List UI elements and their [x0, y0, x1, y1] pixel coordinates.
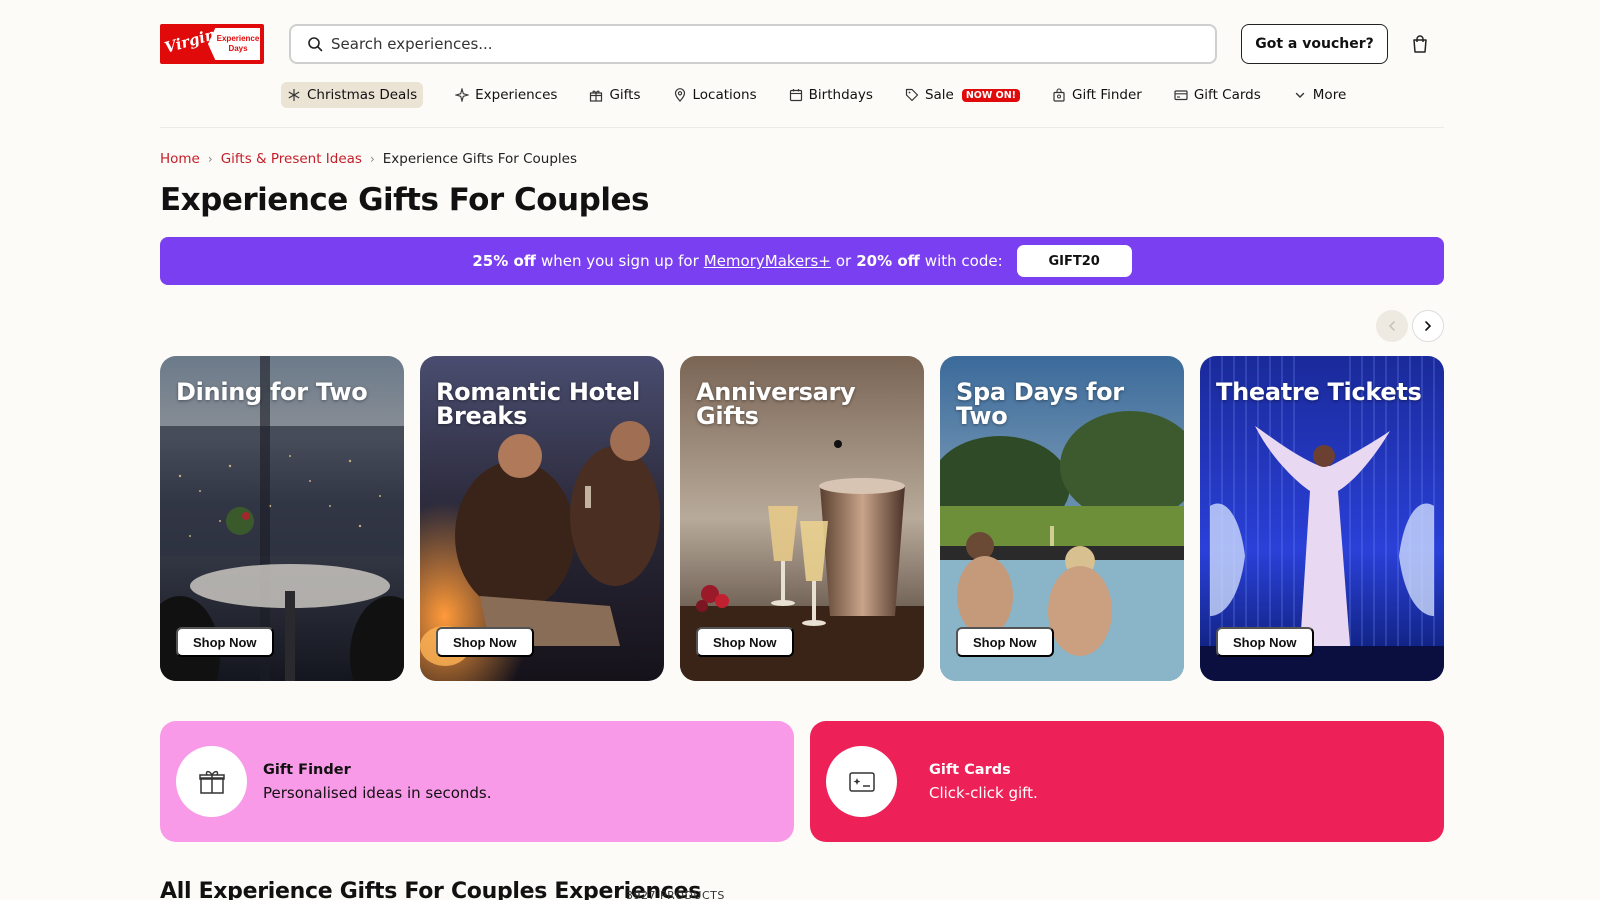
nav-label: Gifts — [609, 87, 641, 103]
gift-finder-title: Gift Finder — [263, 761, 351, 778]
sparkle-icon — [455, 88, 470, 102]
nav-label: Sale — [924, 87, 954, 103]
promo-banner: 25% off when you sign up for MemoryMaker… — [160, 237, 1444, 285]
listing-title: All Experience Gifts For Couples Experie… — [160, 879, 702, 900]
shop-now-button[interactable]: Shop Now — [696, 627, 794, 657]
chevron-right-icon: › — [207, 152, 213, 166]
card-icon — [1174, 90, 1188, 101]
logo-tag-line2: Days — [228, 44, 248, 53]
breadcrumb-current: Experience Gifts For Couples — [382, 151, 577, 167]
search-icon — [308, 37, 323, 52]
promo-code[interactable]: GIFT20 — [1016, 245, 1132, 277]
promo-text-2: or — [835, 252, 852, 270]
card-title: Theatre Tickets — [1216, 378, 1422, 406]
gift-finder-tile[interactable]: Gift Finder Personalised ideas in second… — [160, 721, 794, 842]
nav-label: Gift Cards — [1193, 87, 1261, 103]
nav-item-more[interactable]: More — [1293, 82, 1346, 108]
nav-label: Locations — [692, 87, 757, 103]
memorymakers-link[interactable]: MemoryMakers+ — [704, 252, 831, 270]
promo-discount-2: 20% off — [856, 252, 920, 270]
breadcrumb-gifts[interactable]: Gifts & Present Ideas — [221, 151, 362, 167]
nav-item-christmas-deals[interactable]: Christmas Deals — [281, 82, 424, 108]
breadcrumb-home[interactable]: Home — [160, 151, 200, 167]
gift-finder-subtitle: Personalised ideas in seconds. — [263, 783, 492, 802]
calendar-icon — [789, 89, 802, 102]
location-pin-icon — [674, 88, 685, 102]
nav-label: Gift Finder — [1072, 87, 1142, 103]
category-card-anniversary[interactable]: Anniversary Gifts Shop Now — [680, 356, 924, 681]
gift-finder-icon — [1053, 88, 1065, 102]
search-input[interactable] — [331, 35, 1215, 53]
sale-badge: NOW ON! — [961, 88, 1021, 102]
carousel-prev-button[interactable] — [1376, 310, 1408, 342]
nav-label: Christmas Deals — [307, 87, 418, 103]
gift-cards-subtitle: Click-click gift. — [929, 783, 1038, 802]
card-title: Dining for Two — [176, 378, 368, 406]
category-carousel: Dining for Two Shop Now Romantic Hotel B… — [160, 356, 1444, 681]
chevron-down-icon — [1295, 92, 1304, 98]
virgin-experience-days-logo[interactable]: Virgin Experience Days — [160, 24, 264, 64]
logo-script: Virgin — [162, 25, 218, 57]
nav-item-birthdays[interactable]: Birthdays — [789, 82, 873, 108]
gift-card-icon — [848, 771, 875, 792]
gift-cards-tile[interactable]: Gift Cards Click-click gift. — [810, 721, 1444, 842]
gift-cards-circle — [826, 746, 897, 817]
carousel-next-button[interactable] — [1412, 310, 1444, 342]
nav-item-experiences[interactable]: Experiences — [455, 82, 557, 108]
page-title: Experience Gifts For Couples — [160, 182, 649, 218]
got-voucher-button[interactable]: Got a voucher? — [1241, 24, 1388, 64]
shop-now-button[interactable]: Shop Now — [176, 627, 274, 657]
nav-item-locations[interactable]: Locations — [673, 82, 757, 108]
gift-cards-title: Gift Cards — [929, 761, 1011, 778]
tag-icon — [905, 88, 919, 102]
nav-item-gift-cards[interactable]: Gift Cards — [1174, 82, 1261, 108]
chevron-right-icon: › — [369, 152, 375, 166]
category-card-theatre[interactable]: Theatre Tickets Shop Now — [1200, 356, 1444, 681]
shop-now-button[interactable]: Shop Now — [1216, 627, 1314, 657]
logo-tag-line1: Experience — [216, 34, 260, 43]
product-count: 3927 PRODUCTS — [626, 889, 725, 900]
category-card-spa-days[interactable]: Spa Days for Two Shop Now — [940, 356, 1184, 681]
main-nav: Christmas Deals Experiences Gifts Locati… — [281, 82, 1378, 108]
promo-discount-1: 25% off — [472, 252, 536, 270]
logo-tag: Experience Days — [208, 28, 260, 60]
snowflake-icon — [288, 89, 300, 101]
card-title: Spa Days for Two — [956, 378, 1124, 430]
nav-label: Experiences — [475, 87, 558, 103]
gift-finder-circle — [176, 746, 247, 817]
gift-icon — [590, 90, 603, 102]
card-title: Romantic Hotel Breaks — [436, 378, 640, 430]
nav-label: Birthdays — [808, 87, 873, 103]
shopping-bag-icon[interactable] — [1410, 34, 1430, 54]
shop-now-button[interactable]: Shop Now — [956, 627, 1054, 657]
header-divider — [160, 127, 1444, 128]
promo-text-3: with code: — [924, 252, 1003, 270]
search-bar[interactable] — [289, 24, 1217, 64]
chevron-left-icon — [1388, 321, 1395, 331]
category-card-dining[interactable]: Dining for Two Shop Now — [160, 356, 404, 681]
gift-icon — [198, 770, 225, 794]
nav-item-gift-finder[interactable]: Gift Finder — [1052, 82, 1142, 108]
breadcrumb: Home › Gifts & Present Ideas › Experienc… — [160, 151, 577, 167]
nav-label: More — [1312, 87, 1347, 103]
nav-item-gifts[interactable]: Gifts — [589, 82, 641, 108]
nav-item-sale[interactable]: Sale NOW ON! — [905, 82, 1021, 108]
category-card-hotel-breaks[interactable]: Romantic Hotel Breaks Shop Now — [420, 356, 664, 681]
promo-text-1: when you sign up for — [540, 252, 699, 270]
card-title: Anniversary Gifts — [696, 378, 856, 430]
chevron-right-icon — [1425, 321, 1432, 331]
shop-now-button[interactable]: Shop Now — [436, 627, 534, 657]
